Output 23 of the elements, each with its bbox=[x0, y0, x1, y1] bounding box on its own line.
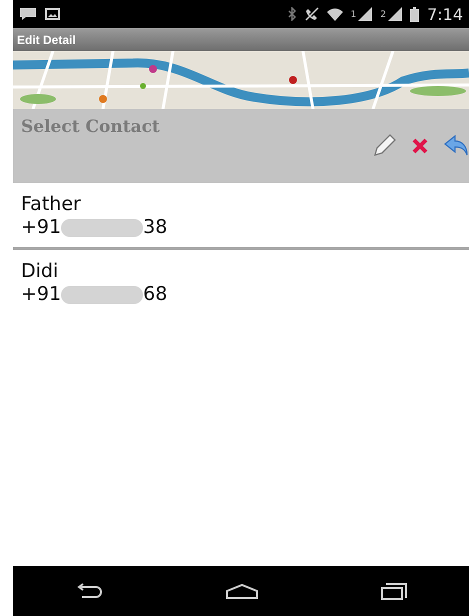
phone-number-start: +91 bbox=[21, 216, 62, 239]
section-title: Select Contact bbox=[21, 117, 160, 137]
contact-name: Father bbox=[21, 193, 82, 216]
signal-icon bbox=[388, 7, 402, 21]
close-icon[interactable] bbox=[411, 137, 429, 155]
sim-label: 2 bbox=[380, 10, 386, 20]
phone-number-end: 38 bbox=[143, 216, 168, 239]
pencil-icon[interactable] bbox=[371, 133, 397, 159]
phone-number-end: 68 bbox=[143, 283, 168, 306]
screen-title: Edit Detail bbox=[17, 32, 76, 46]
wifi-icon bbox=[326, 8, 343, 20]
home-icon[interactable] bbox=[224, 583, 259, 599]
clock-time: 7:14 bbox=[427, 4, 463, 24]
contact-name: Didi bbox=[21, 260, 60, 283]
battery-icon bbox=[410, 6, 420, 22]
sim-label: 1 bbox=[350, 10, 356, 20]
muted-phone-icon bbox=[304, 7, 319, 21]
bluetooth-icon bbox=[286, 7, 297, 21]
signal-icon bbox=[358, 7, 372, 21]
recent-apps-icon[interactable] bbox=[380, 582, 408, 600]
chat-icon bbox=[19, 7, 37, 21]
image-icon bbox=[45, 8, 60, 20]
phone-number-start: +91 bbox=[21, 283, 62, 306]
